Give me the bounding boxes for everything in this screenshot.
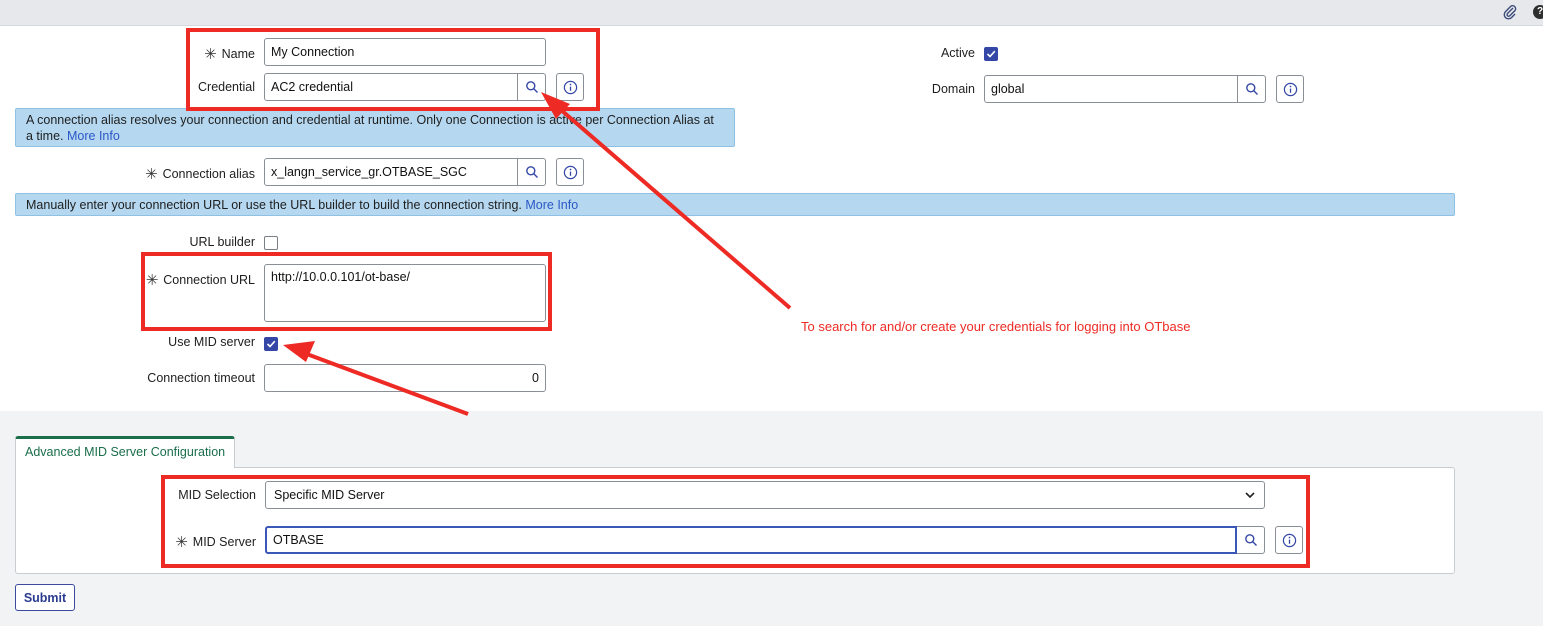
info-icon xyxy=(563,165,577,179)
asterisk-icon: ✳ xyxy=(145,166,158,183)
active-checkbox[interactable] xyxy=(984,47,998,61)
url-more-info-link[interactable]: More Info xyxy=(525,198,578,212)
active-label: Active xyxy=(940,46,975,60)
highlight-name-credential xyxy=(186,28,600,111)
highlight-connection-url xyxy=(141,252,552,331)
tab-advanced-mid-server-configuration[interactable]: Advanced MID Server Configuration xyxy=(15,436,235,468)
submit-button[interactable]: Submit xyxy=(15,584,75,611)
connection-alias-search-button[interactable] xyxy=(518,158,546,186)
alias-more-info-link[interactable]: More Info xyxy=(67,129,120,143)
search-icon xyxy=(525,166,538,178)
arrow-head-mid xyxy=(283,341,315,362)
connection-alias-input[interactable] xyxy=(264,158,518,186)
use-mid-server-checkbox[interactable] xyxy=(264,337,278,351)
alias-info-banner: A connection alias resolves your connect… xyxy=(15,108,735,147)
url-info-banner: Manually enter your connection URL or us… xyxy=(15,193,1455,216)
domain-info-button[interactable] xyxy=(1276,75,1304,103)
connection-alias-info-button[interactable] xyxy=(556,158,584,186)
connection-alias-label: ✳ Connection alias xyxy=(145,166,255,183)
alias-banner-text: A connection alias resolves your connect… xyxy=(26,113,714,143)
connection-timeout-input[interactable] xyxy=(264,364,546,392)
search-icon xyxy=(1245,83,1258,95)
url-banner-text: Manually enter your connection URL or us… xyxy=(26,198,522,212)
domain-search-button[interactable] xyxy=(1238,75,1266,103)
use-mid-server-label: Use MID server xyxy=(168,335,255,349)
info-icon xyxy=(1283,82,1297,96)
url-builder-label: URL builder xyxy=(189,235,255,249)
domain-input[interactable] xyxy=(984,75,1238,103)
paperclip-icon[interactable] xyxy=(1502,4,1518,20)
domain-label: Domain xyxy=(931,82,975,96)
top-bar: ? xyxy=(0,0,1543,26)
annotation-text: To search for and/or create your credent… xyxy=(801,319,1191,334)
url-builder-checkbox[interactable] xyxy=(264,236,278,250)
connection-timeout-label: Connection timeout xyxy=(147,371,255,385)
help-icon[interactable]: ? xyxy=(1533,5,1543,19)
highlight-mid-config xyxy=(161,475,1310,568)
